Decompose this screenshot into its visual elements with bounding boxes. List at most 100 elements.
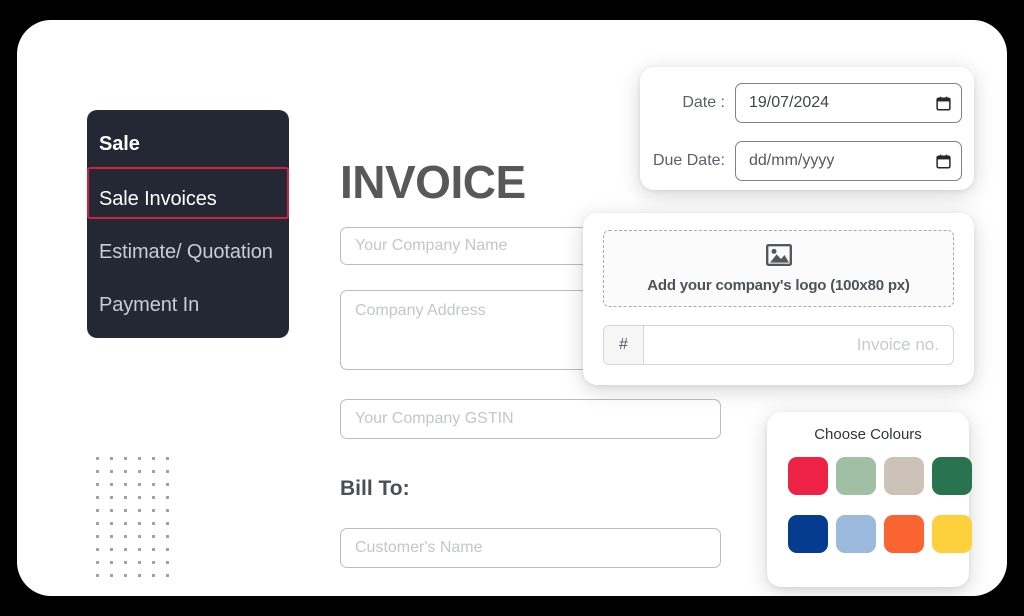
dot (138, 535, 141, 538)
dot (124, 496, 127, 499)
dot (96, 457, 99, 460)
company-address-placeholder: Company Address (355, 302, 486, 319)
due-date-row: Due Date: dd/mm/yyyy (640, 141, 962, 181)
colour-swatch-taupe-beige[interactable] (884, 457, 924, 495)
sidebar-item-payment-in[interactable]: Payment In (87, 278, 289, 332)
company-gstin-input[interactable]: Your Company GSTIN (340, 399, 721, 439)
due-date-placeholder: dd/mm/yyyy (749, 152, 835, 169)
image-placeholder-icon (765, 243, 792, 271)
app-card: Sale Sale Invoices Estimate/ Quotation P… (17, 20, 1007, 596)
dot (96, 561, 99, 564)
date-input[interactable]: 19/07/2024 (735, 83, 962, 123)
dot (124, 457, 127, 460)
dot (110, 509, 113, 512)
dot (166, 522, 169, 525)
dot (138, 483, 141, 486)
dot (124, 561, 127, 564)
logo-upload-dropzone[interactable]: Add your company's logo (100x80 px) (603, 230, 954, 307)
dot (166, 561, 169, 564)
dot (152, 535, 155, 538)
due-date-input[interactable]: dd/mm/yyyy (735, 141, 962, 181)
dot (124, 509, 127, 512)
colour-swatch-grid (788, 457, 980, 573)
dot (96, 535, 99, 538)
calendar-icon[interactable] (936, 154, 951, 169)
invoice-number-prefix: # (604, 326, 644, 364)
dot (152, 509, 155, 512)
dot (152, 496, 155, 499)
dot (152, 470, 155, 473)
dot (138, 509, 141, 512)
dot (124, 535, 127, 538)
dot (138, 522, 141, 525)
invoice-number-input[interactable]: Invoice no. (644, 326, 953, 364)
dot-grid-decoration (96, 457, 180, 587)
invoice-number-field[interactable]: # Invoice no. (603, 325, 954, 365)
dot (152, 561, 155, 564)
company-gstin-placeholder: Your Company GSTIN (355, 410, 514, 427)
dot (152, 574, 155, 577)
dot (96, 470, 99, 473)
date-value: 19/07/2024 (749, 94, 830, 111)
sidebar-item-label: Sale Invoices (99, 187, 217, 210)
colour-swatch-golden-yellow[interactable] (932, 515, 972, 553)
dot (166, 470, 169, 473)
dot (166, 574, 169, 577)
dot (110, 496, 113, 499)
colour-swatch-orange[interactable] (884, 515, 924, 553)
dot (110, 561, 113, 564)
colour-swatch-sage-green[interactable] (836, 457, 876, 495)
dot (152, 457, 155, 460)
dot (166, 535, 169, 538)
dot (96, 522, 99, 525)
dot (124, 470, 127, 473)
dot (110, 522, 113, 525)
sidebar-item-sale[interactable]: Sale (87, 117, 289, 171)
dot (152, 522, 155, 525)
colour-picker-title: Choose Colours (814, 426, 922, 443)
calendar-icon[interactable] (936, 96, 951, 111)
colour-swatch-navy-blue[interactable] (788, 515, 828, 553)
dot (138, 561, 141, 564)
dot (96, 496, 99, 499)
dot (110, 483, 113, 486)
dot (124, 522, 127, 525)
customer-name-input[interactable]: Customer's Name (340, 528, 721, 568)
dot (152, 548, 155, 551)
invoice-number-placeholder: Invoice no. (856, 335, 939, 354)
dot (166, 483, 169, 486)
dot (110, 548, 113, 551)
sidebar-item-estimate-quotation[interactable]: Estimate/ Quotation (87, 225, 289, 279)
dot (166, 509, 169, 512)
colour-swatch-forest-green[interactable] (932, 457, 972, 495)
company-name-placeholder: Your Company Name (355, 237, 508, 254)
colour-swatch-steel-blue[interactable] (836, 515, 876, 553)
dot (166, 548, 169, 551)
date-label: Date : (682, 94, 725, 111)
colour-swatch-crimson-red[interactable] (788, 457, 828, 495)
logo-and-invoice-number-panel: Add your company's logo (100x80 px) # In… (583, 213, 974, 385)
dot (138, 496, 141, 499)
dot (166, 496, 169, 499)
sidebar-item-sale-invoices[interactable]: Sale Invoices (87, 172, 289, 226)
dot (166, 457, 169, 460)
sidebar-menu: Sale Sale Invoices Estimate/ Quotation P… (87, 110, 289, 338)
dot (138, 574, 141, 577)
screenshot-root: Sale Sale Invoices Estimate/ Quotation P… (0, 0, 1024, 616)
date-row: Date : 19/07/2024 (640, 83, 962, 123)
dot (110, 535, 113, 538)
dot (96, 574, 99, 577)
customer-name-placeholder: Customer's Name (355, 539, 483, 556)
dot (96, 548, 99, 551)
dot (110, 457, 113, 460)
dot (138, 457, 141, 460)
bill-to-heading: Bill To: (340, 477, 410, 500)
logo-dropzone-caption: Add your company's logo (100x80 px) (647, 276, 910, 294)
dot (96, 509, 99, 512)
dot (124, 574, 127, 577)
dot (110, 470, 113, 473)
sidebar-item-label: Sale (99, 132, 140, 155)
dot (152, 483, 155, 486)
dot (138, 548, 141, 551)
due-date-label: Due Date: (652, 152, 725, 169)
